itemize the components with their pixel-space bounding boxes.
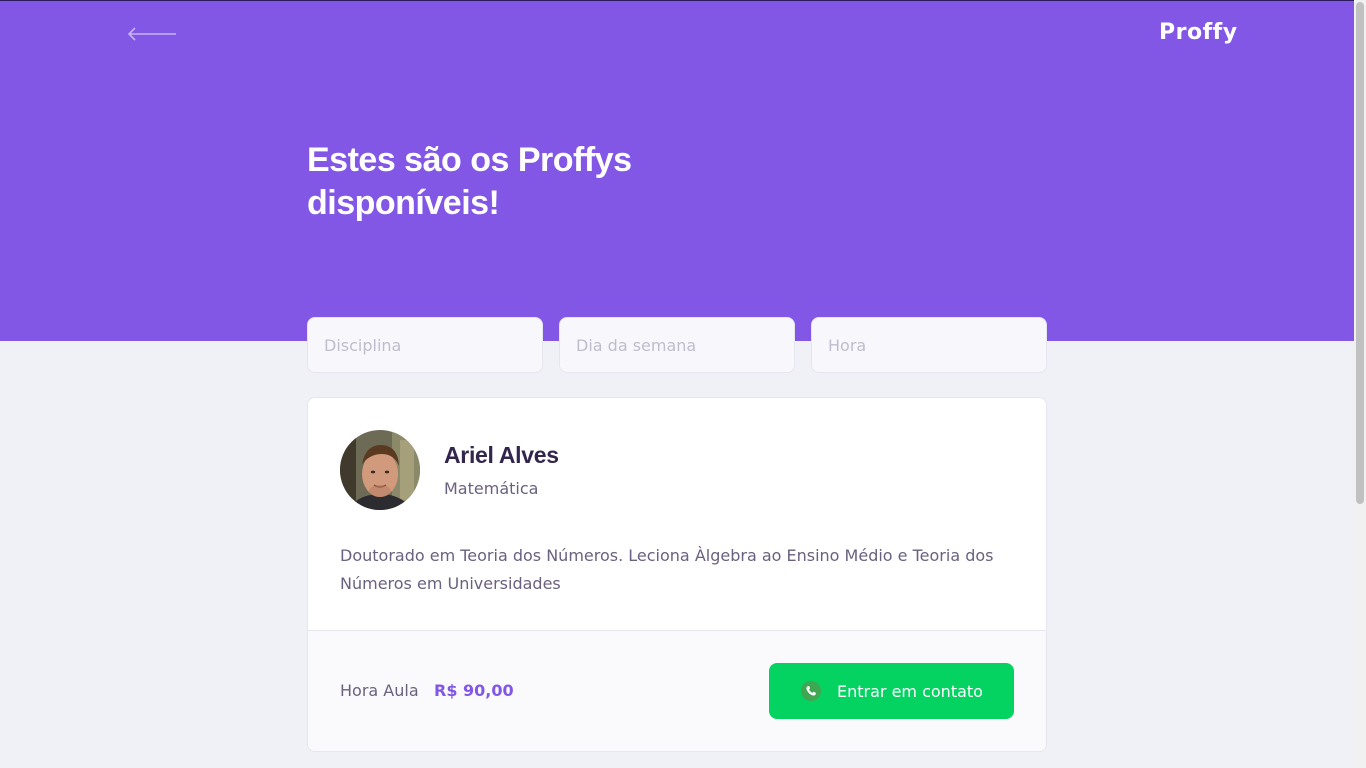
search-filters bbox=[307, 317, 1047, 373]
time-filter-input[interactable] bbox=[811, 317, 1047, 373]
avatar bbox=[340, 430, 420, 510]
page-header: Proffy Estes são os Proffys disponíveis! bbox=[0, 0, 1354, 341]
contact-button[interactable]: Entrar em contato bbox=[769, 663, 1014, 719]
page-title-line-1: Estes são os Proffys bbox=[307, 141, 632, 179]
logo: Proffy bbox=[1159, 20, 1238, 45]
back-button[interactable] bbox=[126, 23, 178, 45]
teacher-card: Ariel Alves Matemática Doutorado em Teor… bbox=[307, 397, 1047, 752]
subject-filter-input[interactable] bbox=[307, 317, 543, 373]
page: Proffy Estes são os Proffys disponíveis! bbox=[0, 0, 1354, 768]
contact-button-label: Entrar em contato bbox=[837, 682, 983, 701]
price-label: Hora Aula bbox=[340, 681, 419, 700]
whatsapp-icon bbox=[801, 681, 821, 701]
weekday-filter-input[interactable] bbox=[559, 317, 795, 373]
teacher-subject: Matemática bbox=[444, 479, 539, 498]
card-footer: Hora Aula R$ 90,00 Entrar em contato bbox=[308, 630, 1046, 751]
page-title: Estes são os Proffys disponíveis! bbox=[307, 139, 647, 225]
page-title-line-2: disponíveis! bbox=[307, 184, 500, 222]
teacher-name: Ariel Alves bbox=[444, 442, 559, 468]
scrollbar[interactable] bbox=[1354, 0, 1366, 768]
scrollbar-thumb[interactable] bbox=[1356, 2, 1364, 504]
price-value: R$ 90,00 bbox=[434, 681, 514, 700]
arrow-left-icon bbox=[127, 27, 176, 41]
teacher-bio: Doutorado em Teoria dos Números. Leciona… bbox=[340, 546, 994, 593]
